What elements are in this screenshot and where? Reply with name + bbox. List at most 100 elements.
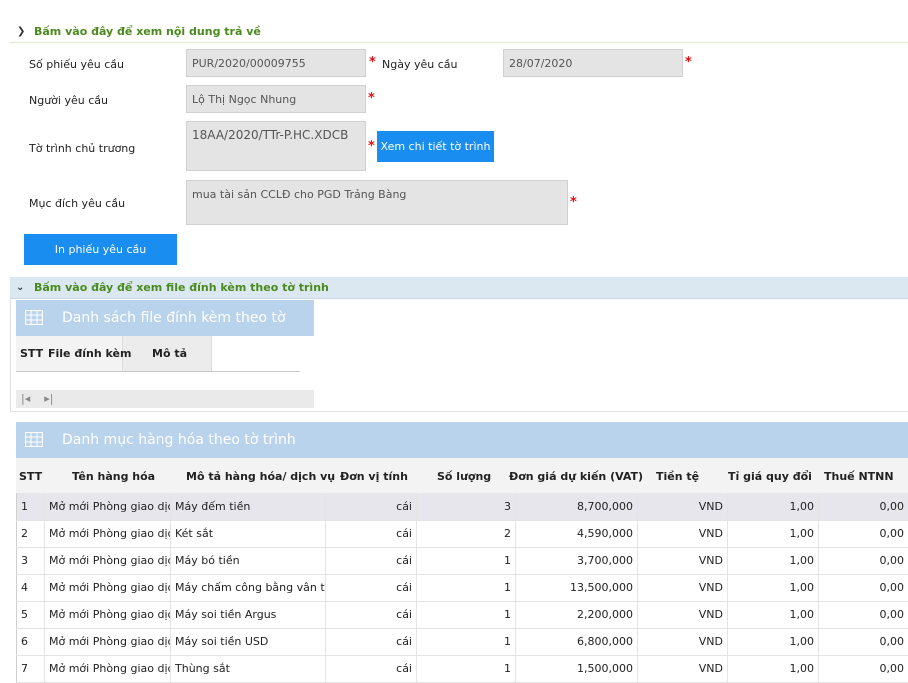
row-stt[interactable]: 6 — [17, 628, 45, 655]
pager-first-icon[interactable]: |◂ — [21, 392, 30, 405]
row-exchange-rate[interactable]: 1,00 — [728, 493, 819, 520]
row-foreign-tax[interactable]: 0,00 — [819, 655, 908, 682]
row-stt[interactable]: 2 — [17, 520, 45, 547]
row-exchange-rate[interactable]: 1,00 — [728, 601, 819, 628]
items-col-exchange-rate[interactable]: Tỉ giá quy đổi — [728, 470, 812, 483]
row-unit[interactable]: cái — [326, 520, 417, 547]
row-unit-price[interactable]: 13,500,000 — [516, 574, 638, 601]
items-col-unit[interactable]: Đơn vị tính — [340, 470, 408, 483]
row-item-description[interactable]: Thùng sắt — [171, 655, 326, 682]
row-unit[interactable]: cái — [326, 547, 417, 574]
row-quantity[interactable]: 1 — [417, 655, 516, 682]
row-quantity[interactable]: 1 — [417, 601, 516, 628]
table-row[interactable]: 2Mở mới Phòng giao dịchKét sắtcái24,590,… — [17, 520, 908, 547]
attachments-section-header[interactable]: ⌄ Bấm vào đây để xem file đính kèm theo … — [10, 277, 908, 299]
row-item-description[interactable]: Máy soi tiền USD — [171, 628, 326, 655]
items-grid-header: Danh mục hàng hóa theo tờ trình — [16, 422, 908, 458]
row-unit-price[interactable]: 4,590,000 — [516, 520, 638, 547]
row-currency[interactable]: VND — [638, 628, 728, 655]
attachments-col-description[interactable]: Mô tả — [152, 347, 187, 360]
request-date-field[interactable]: 28/07/2020 — [503, 49, 683, 77]
row-foreign-tax[interactable]: 0,00 — [819, 520, 908, 547]
row-foreign-tax[interactable]: 0,00 — [819, 601, 908, 628]
row-exchange-rate[interactable]: 1,00 — [728, 547, 819, 574]
attachments-grid-divider — [16, 371, 300, 372]
table-row[interactable]: 4Mở mới Phòng giao dịchMáy chấm công bằn… — [17, 574, 908, 601]
row-item-name[interactable]: Mở mới Phòng giao dịch — [45, 493, 171, 520]
items-col-unit-price[interactable]: Đơn giá dự kiến (VAT) — [509, 470, 643, 483]
requester-label: Người yêu cầu — [29, 94, 108, 107]
requester-field[interactable]: Lộ Thị Ngọc Nhung — [186, 85, 366, 113]
row-exchange-rate[interactable]: 1,00 — [728, 574, 819, 601]
row-quantity[interactable]: 1 — [417, 574, 516, 601]
items-col-currency[interactable]: Tiền tệ — [656, 470, 699, 483]
attachments-col-file[interactable]: File đính kèm — [48, 347, 131, 360]
row-stt[interactable]: 7 — [17, 655, 45, 682]
table-row[interactable]: 5Mở mới Phòng giao dịchMáy soi tiền Argu… — [17, 601, 908, 628]
purpose-field[interactable]: mua tài sản CCLĐ cho PGD Trảng Bàng — [186, 180, 568, 225]
row-unit-price[interactable]: 8,700,000 — [516, 493, 638, 520]
row-item-name[interactable]: Mở mới Phòng giao dịch — [45, 547, 171, 574]
chevron-down-icon: ⌄ — [16, 277, 24, 299]
row-item-description[interactable]: Máy chấm công bằng vân tay — [171, 574, 326, 601]
row-unit[interactable]: cái — [326, 493, 417, 520]
row-stt[interactable]: 4 — [17, 574, 45, 601]
row-item-description[interactable]: Máy bó tiền — [171, 547, 326, 574]
row-foreign-tax[interactable]: 0,00 — [819, 628, 908, 655]
row-unit-price[interactable]: 2,200,000 — [516, 601, 638, 628]
table-row[interactable]: 6Mở mới Phòng giao dịchMáy soi tiền USDc… — [17, 628, 908, 655]
row-exchange-rate[interactable]: 1,00 — [728, 628, 819, 655]
row-stt[interactable]: 5 — [17, 601, 45, 628]
row-unit[interactable]: cái — [326, 655, 417, 682]
row-item-name[interactable]: Mở mới Phòng giao dịch — [45, 520, 171, 547]
row-foreign-tax[interactable]: 0,00 — [819, 493, 908, 520]
row-item-description[interactable]: Máy soi tiền Argus — [171, 601, 326, 628]
row-item-name[interactable]: Mở mới Phòng giao dịch — [45, 628, 171, 655]
view-proposal-detail-button[interactable]: Xem chi tiết tờ trình — [377, 131, 494, 162]
row-quantity[interactable]: 1 — [417, 547, 516, 574]
items-col-stt[interactable]: STT — [19, 470, 42, 483]
items-col-name[interactable]: Tên hàng hóa — [72, 470, 155, 483]
request-no-label: Số phiếu yêu cầu — [29, 58, 124, 71]
row-exchange-rate[interactable]: 1,00 — [728, 655, 819, 682]
attachments-col-stt[interactable]: STT — [20, 347, 43, 360]
row-unit[interactable]: cái — [326, 601, 417, 628]
row-currency[interactable]: VND — [638, 574, 728, 601]
print-request-button[interactable]: In phiếu yêu cầu — [24, 234, 177, 265]
proposal-field[interactable]: 18AA/2020/TTr-P.HC.XDCB — [186, 121, 366, 171]
row-currency[interactable]: VND — [638, 655, 728, 682]
request-no-field[interactable]: PUR/2020/00009755 — [186, 49, 366, 77]
row-unit-price[interactable]: 3,700,000 — [516, 547, 638, 574]
pager-last-icon[interactable]: ▸| — [44, 392, 53, 405]
row-exchange-rate[interactable]: 1,00 — [728, 520, 819, 547]
row-foreign-tax[interactable]: 0,00 — [819, 574, 908, 601]
row-item-name[interactable]: Mở mới Phòng giao dịch — [45, 574, 171, 601]
row-currency[interactable]: VND — [638, 520, 728, 547]
purpose-label: Mục đích yêu cầu — [29, 197, 125, 210]
items-col-quantity[interactable]: Số lượng — [437, 470, 491, 483]
row-quantity[interactable]: 1 — [417, 628, 516, 655]
row-unit[interactable]: cái — [326, 574, 417, 601]
row-stt[interactable]: 3 — [17, 547, 45, 574]
row-unit-price[interactable]: 1,500,000 — [516, 655, 638, 682]
row-quantity[interactable]: 3 — [417, 493, 516, 520]
items-col-description[interactable]: Mô tả hàng hóa/ dịch vụ — [186, 470, 335, 483]
table-row[interactable]: 1Mở mới Phòng giao dịchMáy đếm tiềncái38… — [17, 493, 908, 520]
response-section-header[interactable]: ❯ Bấm vào đây để xem nội dung trả về — [10, 21, 908, 43]
row-currency[interactable]: VND — [638, 493, 728, 520]
row-item-description[interactable]: Két sắt — [171, 520, 326, 547]
table-icon — [25, 310, 43, 325]
row-item-description[interactable]: Máy đếm tiền — [171, 493, 326, 520]
row-currency[interactable]: VND — [638, 547, 728, 574]
row-foreign-tax[interactable]: 0,00 — [819, 547, 908, 574]
row-unit-price[interactable]: 6,800,000 — [516, 628, 638, 655]
row-currency[interactable]: VND — [638, 601, 728, 628]
table-row[interactable]: 3Mở mới Phòng giao dịchMáy bó tiềncái13,… — [17, 547, 908, 574]
items-col-foreign-tax[interactable]: Thuế NTNN — [824, 470, 894, 483]
row-item-name[interactable]: Mở mới Phòng giao dịch — [45, 601, 171, 628]
table-row[interactable]: 7Mở mới Phòng giao dịchThùng sắtcái11,50… — [17, 655, 908, 682]
row-unit[interactable]: cái — [326, 628, 417, 655]
row-quantity[interactable]: 2 — [417, 520, 516, 547]
row-item-name[interactable]: Mở mới Phòng giao dịch — [45, 655, 171, 682]
row-stt[interactable]: 1 — [17, 493, 45, 520]
